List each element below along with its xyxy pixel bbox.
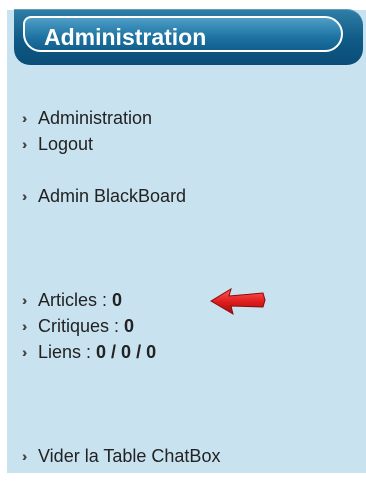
stat-value: 0 / 0 / 0 — [96, 342, 157, 362]
double-chevron-right-icon: ›› — [22, 318, 27, 334]
stat-value: 0 — [112, 290, 123, 310]
stat-label: Liens : — [38, 342, 97, 362]
menu-item-liens[interactable]: ›› Liens : 0 / 0 / 0 — [22, 342, 156, 362]
menu-item-label: Admin BlackBoard — [38, 186, 187, 206]
menu-item-critiques[interactable]: ›› Critiques : 0 — [22, 316, 134, 336]
menu-item-vider-chatbox[interactable]: ›› Vider la Table ChatBox — [22, 446, 220, 466]
admin-panel — [7, 10, 366, 473]
stat-label: Critiques : — [38, 316, 125, 336]
double-chevron-right-icon: ›› — [22, 344, 27, 360]
menu-item-administration[interactable]: ›› Administration — [22, 108, 152, 128]
double-chevron-right-icon: ›› — [22, 448, 27, 464]
menu-item-logout[interactable]: ›› Logout — [22, 134, 93, 154]
double-chevron-right-icon: ›› — [22, 292, 27, 308]
red-arrow-left-icon — [210, 287, 266, 316]
stat-label: Articles : — [38, 290, 113, 310]
double-chevron-right-icon: ›› — [22, 136, 27, 152]
double-chevron-right-icon: ›› — [22, 110, 27, 126]
menu-item-label: Logout — [38, 134, 94, 154]
menu-item-articles[interactable]: ›› Articles : 0 — [22, 290, 122, 310]
double-chevron-right-icon: ›› — [22, 188, 27, 204]
menu-item-admin-blackboard[interactable]: ›› Admin BlackBoard — [22, 186, 186, 206]
menu-item-label: Administration — [38, 108, 153, 128]
menu-item-label: Vider la Table ChatBox — [38, 446, 221, 466]
stat-value: 0 — [124, 316, 135, 336]
panel-title: Administration — [44, 24, 207, 50]
